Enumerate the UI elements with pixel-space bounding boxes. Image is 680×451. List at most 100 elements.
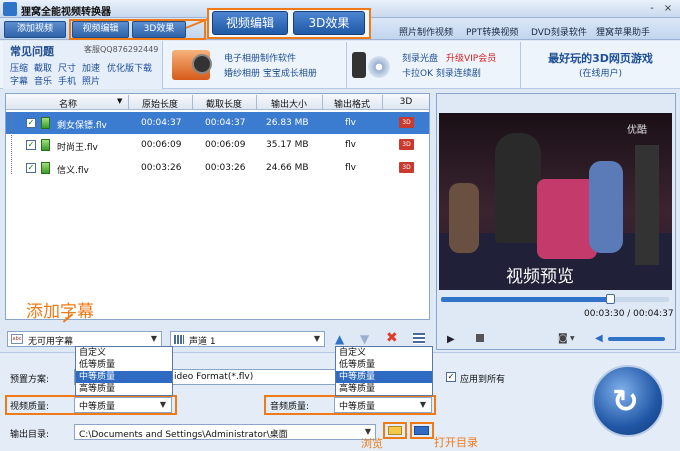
banner-divider: [520, 42, 521, 88]
row-checkbox[interactable]: ✓: [26, 163, 36, 173]
output-format: flv: [345, 163, 356, 173]
promo-vip[interactable]: 升级VIP会员: [446, 51, 496, 64]
link-dvd-burn[interactable]: DVD刻录软件: [531, 25, 587, 38]
3d-effect-button[interactable]: 3D效果: [132, 21, 186, 38]
quality-option[interactable]: 中等质量: [336, 371, 432, 383]
file-name: 剩女保镖.flv: [57, 121, 107, 131]
close-button[interactable]: ×: [662, 3, 674, 15]
apply-all-label: 应用到所有: [460, 375, 506, 385]
audio-quality-value: 中等质量: [339, 402, 376, 412]
audio-track-icon: [174, 335, 184, 344]
quality-option[interactable]: 高等质量: [76, 383, 172, 395]
apply-all-checkbox[interactable]: ✓: [446, 372, 456, 382]
add-video-button[interactable]: 添加视频: [4, 21, 66, 38]
3d-badge-icon[interactable]: 3D: [399, 139, 414, 150]
3d-badge-icon[interactable]: 3D: [399, 117, 414, 128]
quality-option[interactable]: 低等质量: [76, 359, 172, 371]
promo-karaoke[interactable]: 卡拉OK 刻录连续剧: [402, 66, 481, 79]
column-original-length[interactable]: 原始长度: [130, 97, 190, 110]
volume-icon[interactable]: ◀: [595, 333, 603, 344]
open-folder-icon[interactable]: [414, 426, 429, 435]
faq-speed[interactable]: 加速: [82, 61, 100, 74]
column-output-size[interactable]: 输出大小: [258, 97, 320, 110]
audio-quality-label: 音频质量:: [270, 402, 310, 412]
tab-3d-effect[interactable]: 3D效果: [293, 11, 365, 35]
seek-handle[interactable]: [606, 294, 615, 304]
promo-album-line2[interactable]: 婚纱相册 宝宝成长相册: [224, 66, 317, 79]
window-title: 狸窝全能视频转换器: [21, 7, 111, 18]
quality-option[interactable]: 高等质量: [336, 383, 432, 395]
promo-online-users: (在线用户): [578, 69, 623, 79]
faq-cut[interactable]: 截取: [34, 61, 52, 74]
faq-size[interactable]: 尺寸: [58, 61, 76, 74]
column-name[interactable]: 名称: [40, 97, 96, 110]
delete-icon[interactable]: ✖: [386, 330, 398, 346]
app-icon: [3, 2, 17, 16]
stop-icon[interactable]: [476, 334, 484, 342]
chevron-down-icon[interactable]: ▼: [417, 398, 429, 412]
promo-game[interactable]: 最好玩的3D网页游戏: [538, 50, 663, 66]
play-icon[interactable]: ▶: [447, 334, 455, 345]
chevron-down-icon[interactable]: ▼: [148, 332, 160, 346]
column-cut-length[interactable]: 截取长度: [194, 97, 254, 110]
time-display: 00:03:30 / 00:04:37: [584, 309, 674, 319]
preset-label: 预置方案:: [10, 375, 50, 385]
quality-option[interactable]: 自定义: [336, 347, 432, 359]
edit-video-button[interactable]: 视频编辑: [72, 21, 129, 38]
audio-track-value: 声道 1: [189, 337, 216, 347]
link-ppt-video[interactable]: PPT转换视频: [466, 25, 518, 38]
link-photo-video[interactable]: 照片制作视频: [399, 25, 453, 38]
video-quality-dropdown: 自定义 低等质量 中等质量 高等质量: [75, 346, 173, 396]
quality-option[interactable]: 中等质量: [76, 371, 172, 383]
sort-arrow-icon[interactable]: ▼: [117, 97, 122, 105]
column-divider: [382, 95, 383, 109]
video-quality-value: 中等质量: [79, 402, 116, 412]
faq-phone[interactable]: 手机: [58, 74, 76, 87]
audio-quality-dropdown: 自定义 低等质量 中等质量 高等质量: [335, 346, 433, 396]
faq-title: 常见问题: [10, 45, 54, 58]
move-up-icon[interactable]: ▲: [335, 332, 344, 346]
row-checkbox[interactable]: ✓: [26, 140, 36, 150]
promo-burn[interactable]: 刻录光盘: [402, 51, 438, 64]
video-quality-label: 视频质量:: [10, 402, 50, 412]
promo-album-line1[interactable]: 电子相册制作软件: [224, 51, 296, 64]
faq-download[interactable]: 优化版下载: [107, 61, 152, 74]
row-checkbox[interactable]: ✓: [26, 118, 36, 128]
move-down-icon[interactable]: ▼: [360, 332, 369, 346]
banner-divider: [346, 42, 347, 88]
cut-length: 00:03:26: [205, 163, 246, 173]
chevron-down-icon[interactable]: ▼: [570, 335, 575, 342]
list-icon[interactable]: [413, 333, 425, 344]
tab-video-edit[interactable]: 视频编辑: [212, 11, 288, 35]
minimize-button[interactable]: -: [646, 3, 658, 15]
folder-icon[interactable]: [388, 426, 402, 435]
output-format: flv: [345, 140, 356, 150]
video-file-icon: [41, 139, 50, 151]
chevron-down-icon[interactable]: ▼: [157, 398, 169, 412]
quality-option[interactable]: 自定义: [76, 347, 172, 359]
camera-icon[interactable]: ◙: [558, 333, 568, 344]
output-size: 24.66 MB: [266, 163, 309, 173]
column-divider: [322, 95, 323, 109]
output-dir-label: 输出目录:: [10, 430, 50, 440]
chevron-down-icon[interactable]: ▼: [311, 332, 323, 346]
file-name: 时尚王.flv: [57, 143, 98, 153]
faq-music[interactable]: 音乐: [34, 74, 52, 87]
column-3d[interactable]: 3D: [384, 97, 428, 107]
phone-icon: [352, 52, 366, 78]
faq-compress[interactable]: 压缩: [10, 61, 28, 74]
original-length: 00:04:37: [141, 118, 182, 128]
output-size: 26.83 MB: [266, 118, 309, 128]
preview-label: 视频预览: [506, 267, 574, 287]
faq-subtitle[interactable]: 字幕: [10, 74, 28, 87]
output-size: 35.17 MB: [266, 140, 309, 150]
3d-badge-icon[interactable]: 3D: [399, 162, 414, 173]
link-apple-helper[interactable]: 狸窝苹果助手: [596, 25, 650, 38]
file-name: 信义.flv: [57, 166, 89, 176]
output-format: flv: [345, 118, 356, 128]
quality-option[interactable]: 低等质量: [336, 359, 432, 371]
volume-slider[interactable]: [608, 337, 665, 341]
column-output-format[interactable]: 输出格式: [324, 97, 380, 110]
faq-photo[interactable]: 照片: [82, 74, 100, 87]
original-length: 00:03:26: [141, 163, 182, 173]
